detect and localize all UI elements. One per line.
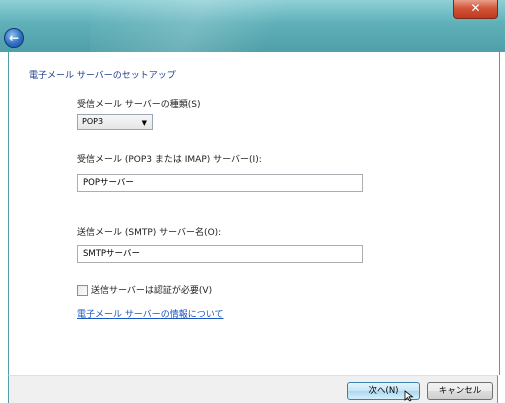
server-info-link[interactable]: 電子メール サーバーの情報について	[77, 307, 224, 320]
server-type-label: 受信メール サーバーの種類(S)	[77, 100, 201, 110]
mouse-cursor-icon	[404, 390, 414, 402]
server-type-select[interactable]: POP3 ▼	[77, 114, 153, 130]
close-button[interactable]: ✕	[453, 0, 498, 19]
back-arrow-icon[interactable]: ←	[4, 28, 24, 48]
auth-required-label[interactable]: 送信サーバーは認証が必要(V)	[91, 283, 212, 296]
auth-required-checkbox[interactable]	[77, 285, 88, 296]
content-panel: 電子メール サーバーのセットアップ 受信メール サーバーの種類(S) POP3 …	[8, 52, 500, 375]
cancel-button[interactable]: キャンセル	[427, 382, 493, 400]
chevron-down-icon: ▼	[141, 119, 147, 127]
dialog-window: ✕ ← 電子メール サーバーのセットアップ 受信メール サーバーの種類(S) P…	[0, 0, 505, 403]
server-type-value: POP3	[82, 117, 104, 126]
page-heading: 電子メール サーバーのセットアップ	[29, 71, 176, 81]
dialog-footer: 次へ(N) キャンセル	[8, 375, 498, 403]
outgoing-server-input[interactable]: SMTPサーバー	[77, 245, 363, 263]
incoming-server-input[interactable]: POPサーバー	[77, 174, 363, 192]
incoming-server-label: 受信メール (POP3 または IMAP) サーバー(I):	[77, 155, 262, 165]
title-bar: ✕ ←	[0, 0, 505, 52]
outgoing-server-label: 送信メール (SMTP) サーバー名(O):	[77, 228, 222, 238]
